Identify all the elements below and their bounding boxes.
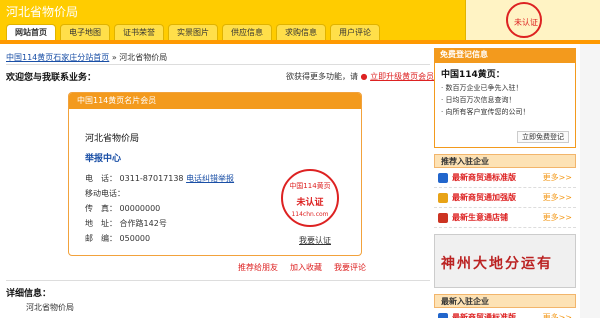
tab-supply[interactable]: 供应信息: [222, 24, 272, 40]
zip-value: 050000: [119, 234, 151, 243]
write-comment-link[interactable]: 我要评论: [334, 262, 366, 273]
tab-home[interactable]: 网站首页: [6, 24, 56, 40]
verify-link[interactable]: 我要认证: [299, 235, 331, 246]
shop-icon: [438, 213, 448, 223]
tab-map[interactable]: 电子地图: [60, 24, 110, 40]
phone-label: 电 话：: [85, 174, 117, 183]
tab-photos[interactable]: 实景图片: [168, 24, 218, 40]
detail-heading: 详细信息：: [6, 289, 52, 299]
phone-row: 电 话： 0311-87017138 电话纠错举报: [85, 173, 234, 184]
breadcrumb-current: 河北省物价局: [119, 53, 168, 62]
company-department: 举报中心: [85, 154, 122, 164]
new-members-heading: 最新入驻企业: [434, 294, 576, 308]
seal-status: 未认证: [296, 198, 324, 208]
register-title: 中国114黄页：: [441, 70, 505, 80]
header-stamp: 未认证: [465, 0, 600, 40]
more-link[interactable]: 更多>>: [543, 208, 572, 228]
divider: [6, 280, 430, 281]
free-register-button[interactable]: 立即免费登记: [517, 131, 569, 143]
unverified-seal-icon: 中国114黄页 未认证 114chn.com: [281, 169, 339, 227]
recommended-item[interactable]: 最新商贸通加强版 更多>>: [434, 188, 576, 208]
tab-comments[interactable]: 用户评论: [330, 24, 380, 40]
tab-certificates[interactable]: 证书荣誉: [114, 24, 164, 40]
more-link[interactable]: 更多>>: [543, 188, 572, 208]
register-benefit: · 向所有客户宣传您的公司！: [441, 108, 530, 116]
business-card: 中国114黄页名片会员 河北省物价局 举报中心 电 话： 0311-870171…: [68, 92, 362, 256]
shield-icon: [438, 173, 448, 183]
site-title: 河北省物价局: [6, 5, 79, 19]
new-member-item[interactable]: 最新商贸通标准版 更多>>: [434, 308, 576, 318]
phone-value: 0311-87017138: [119, 174, 184, 183]
recommended-item-label: 最新商贸通标准版: [452, 173, 516, 182]
welcome-heading: 欢迎您与我联系业务：: [6, 73, 97, 83]
add-favorite-link[interactable]: 加入收藏: [290, 262, 322, 273]
divider: [6, 64, 430, 65]
fax-label: 传 真：: [85, 204, 117, 213]
stamp-text: 未认证: [514, 18, 538, 27]
phone-report-link[interactable]: 电话纠错举报: [186, 174, 234, 183]
ad-banner[interactable]: 神州大地分运有: [434, 234, 576, 288]
detail-text: 河北省物价局: [26, 303, 74, 312]
free-register-heading: 免费登记信息: [434, 48, 576, 62]
zip-row: 邮 编： 050000: [85, 233, 150, 244]
recommended-item[interactable]: 最新商贸通标准版 更多>>: [434, 168, 576, 188]
breadcrumb-separator: »: [111, 53, 117, 62]
recommended-item-label: 最新商贸通加强版: [452, 193, 516, 202]
more-link[interactable]: 更多>>: [543, 168, 572, 188]
breadcrumb: 中国114黄页石家庄分站首页 » 河北省物价局: [6, 52, 167, 63]
fax-row: 传 真： 00000000: [85, 203, 160, 214]
shield-icon: [438, 193, 448, 203]
upgrade-prompt: 欲获得更多功能，请 ● 立即升级黄页会员: [286, 71, 434, 82]
company-name: 河北省物价局: [85, 134, 140, 144]
breadcrumb-home-link[interactable]: 中国114黄页石家庄分站首页: [6, 53, 109, 62]
register-benefit: · 数百万企业已争先入驻！: [441, 84, 523, 92]
card-actions: 推荐给朋友 加入收藏 我要评论: [238, 262, 366, 273]
header-divider: [0, 40, 600, 44]
right-sidebar: 免费登记信息 中国114黄页： · 数百万企业已争先入驻！ · 日均百万次信息查…: [434, 48, 576, 318]
upgrade-prompt-text: 欲获得更多功能，请: [286, 72, 358, 81]
recommended-item[interactable]: 最新生意通店铺 更多>>: [434, 208, 576, 228]
shield-icon: [438, 313, 448, 318]
page-margin: [580, 44, 600, 318]
recommend-friend-link[interactable]: 推荐给朋友: [238, 262, 278, 273]
recommended-heading: 推荐入驻企业: [434, 154, 576, 168]
address-value: 合作路142号: [119, 219, 167, 228]
stamp-seal-icon: 未认证: [506, 2, 542, 38]
card-header: 中国114黄页名片会员: [69, 93, 361, 109]
recommended-item-label: 最新生意通店铺: [452, 213, 508, 222]
upgrade-icon: ●: [360, 72, 368, 81]
register-benefit: · 日均百万次信息查询！: [441, 96, 516, 104]
seal-top-text: 中国114黄页: [289, 182, 331, 190]
fax-value: 00000000: [119, 204, 161, 213]
main-tabs: 网站首页 电子地图 证书荣誉 实景图片 供应信息 求购信息 用户评论: [6, 24, 384, 40]
free-register-box: 中国114黄页： · 数百万企业已争先入驻！ · 日均百万次信息查询！ · 向所…: [434, 62, 576, 148]
mobile-row: 移动电话：: [85, 188, 125, 199]
new-member-item-label: 最新商贸通标准版: [452, 313, 516, 318]
mobile-label: 移动电话：: [85, 189, 125, 198]
ad-banner-text: 神州大地分运有: [441, 256, 553, 272]
tab-purchase[interactable]: 求购信息: [276, 24, 326, 40]
upgrade-link[interactable]: 立即升级黄页会员: [370, 72, 434, 81]
address-label: 地 址：: [85, 219, 117, 228]
seal-domain: 114chn.com: [291, 211, 329, 218]
zip-label: 邮 编：: [85, 234, 117, 243]
address-row: 地 址： 合作路142号: [85, 218, 167, 229]
more-link[interactable]: 更多>>: [543, 308, 572, 318]
